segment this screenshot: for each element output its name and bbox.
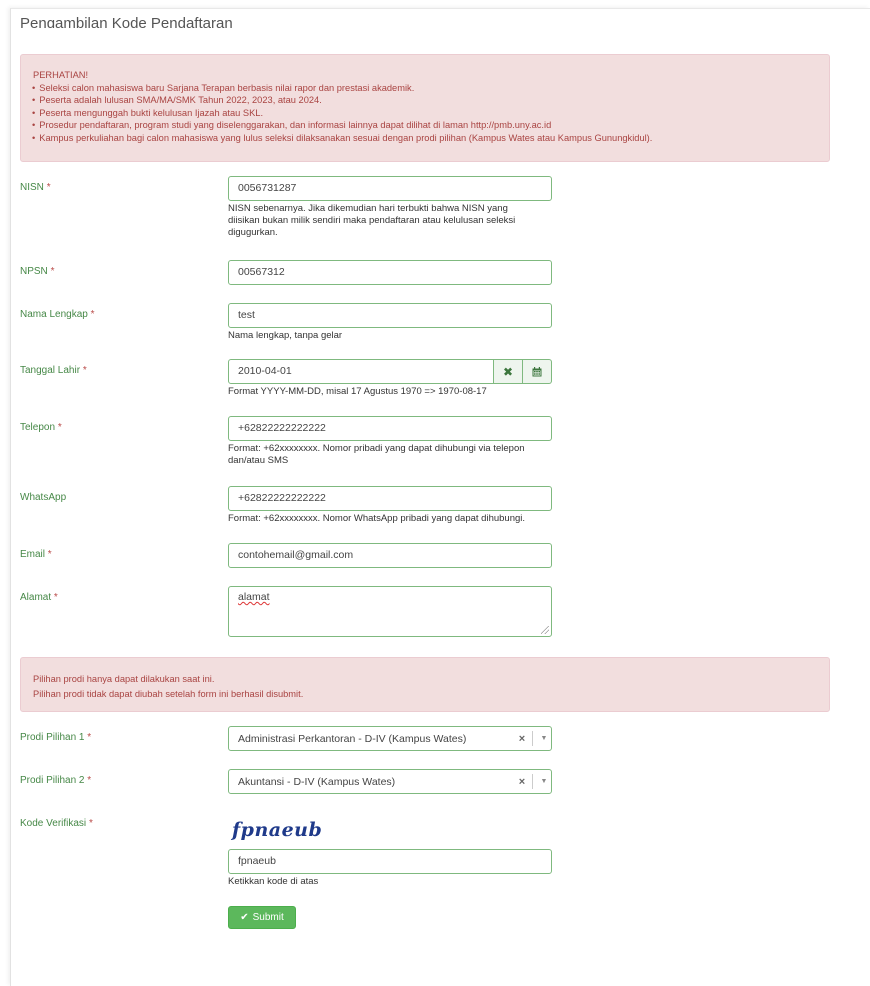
date-picker: 2010-04-01 ✖ — [228, 359, 552, 384]
nama-label: Nama Lengkap * — [20, 309, 95, 320]
prodi2-value: Akuntansi - D-IV (Kampus Wates) — [238, 775, 396, 788]
notice-list: Seleksi calon mahasiswa baru Sarjana Ter… — [33, 82, 817, 145]
nama-input[interactable]: test — [228, 303, 552, 328]
nisn-input[interactable]: 0056731287 — [228, 176, 552, 201]
tanggal-input[interactable]: 2010-04-01 — [228, 359, 494, 384]
alamat-label: Alamat * — [20, 592, 58, 603]
prodi-notice-line: Pilihan prodi hanya dapat dilakukan saat… — [33, 674, 215, 684]
notice-alert: PERHATIAN! Seleksi calon mahasiswa baru … — [20, 54, 830, 162]
kode-label: Kode Verifikasi * — [20, 818, 93, 829]
clear-icon[interactable]: × — [514, 733, 530, 745]
tanggal-help: Format YYYY-MM-DD, misal 17 Agustus 1970… — [228, 386, 487, 397]
chevron-down-icon[interactable]: ▼ — [537, 778, 551, 785]
kode-help: Ketikkan kode di atas — [228, 876, 319, 887]
alamat-textarea[interactable]: alamat — [228, 586, 552, 637]
calendar-icon — [532, 366, 542, 376]
list-item: Kampus perkuliahan bagi calon mahasiswa … — [33, 132, 817, 145]
whatsapp-label: WhatsApp — [20, 492, 67, 503]
resize-grip-icon[interactable] — [541, 626, 549, 634]
check-icon: ✔ — [240, 912, 249, 923]
telepon-label: Telepon * — [20, 422, 62, 433]
alamat-text: alamat — [238, 591, 270, 603]
clear-date-button[interactable]: ✖ — [494, 359, 523, 384]
captcha-image: fpnaeub — [232, 819, 323, 841]
nisn-help: NISN sebenarnya. Jika dikemudian hari te… — [228, 203, 516, 238]
submit-label: Submit — [252, 912, 284, 923]
npsn-label: NPSN * — [20, 266, 55, 277]
nama-help: Nama lengkap, tanpa gelar — [228, 330, 343, 341]
prodi2-label: Prodi Pilihan 2 * — [20, 775, 92, 786]
telepon-help: Format: +62xxxxxxxx. Nomor pribadi yang … — [228, 443, 525, 466]
list-item: Peserta mengunggah bukti kelulusan Ijaza… — [33, 107, 817, 120]
page-title: Pengambilan Kode Pendaftaran — [20, 16, 233, 28]
email-label: Email * — [20, 549, 52, 560]
kode-input[interactable]: fpnaeub — [228, 849, 552, 874]
select-divider — [532, 731, 533, 746]
prodi1-select[interactable]: Administrasi Perkantoran - D-IV (Kampus … — [228, 726, 552, 751]
nisn-label: NISN * — [20, 182, 51, 193]
submit-button[interactable]: ✔ Submit — [228, 906, 296, 929]
whatsapp-help: Format: +62xxxxxxxx. Nomor WhatsApp prib… — [228, 513, 526, 524]
clear-icon[interactable]: × — [514, 776, 530, 788]
prodi-notice-line: Pilihan prodi tidak dapat diubah setelah… — [33, 689, 304, 699]
prodi1-label: Prodi Pilihan 1 * — [20, 732, 92, 743]
prodi1-value: Administrasi Perkantoran - D-IV (Kampus … — [238, 732, 467, 745]
chevron-down-icon[interactable]: ▼ — [537, 735, 551, 742]
select-divider — [532, 774, 533, 789]
telepon-input[interactable]: +62822222222222 — [228, 416, 552, 441]
list-item: Seleksi calon mahasiswa baru Sarjana Ter… — [33, 82, 817, 95]
list-item: Prosedur pendaftaran, program studi yang… — [33, 119, 817, 132]
prodi-notice-alert: Pilihan prodi hanya dapat dilakukan saat… — [20, 657, 830, 712]
notice-heading: PERHATIAN! — [33, 70, 89, 80]
npsn-input[interactable]: 00567312 — [228, 260, 552, 285]
times-icon: ✖ — [502, 364, 514, 379]
email-input[interactable]: contohemail@gmail.com — [228, 543, 552, 568]
whatsapp-input[interactable]: +62822222222222 — [228, 486, 552, 511]
list-item: Peserta adalah lulusan SMA/MA/SMK Tahun … — [33, 94, 817, 107]
tanggal-label: Tanggal Lahir * — [20, 365, 87, 376]
calendar-button[interactable] — [523, 359, 552, 384]
prodi2-select[interactable]: Akuntansi - D-IV (Kampus Wates) × ▼ — [228, 769, 552, 794]
